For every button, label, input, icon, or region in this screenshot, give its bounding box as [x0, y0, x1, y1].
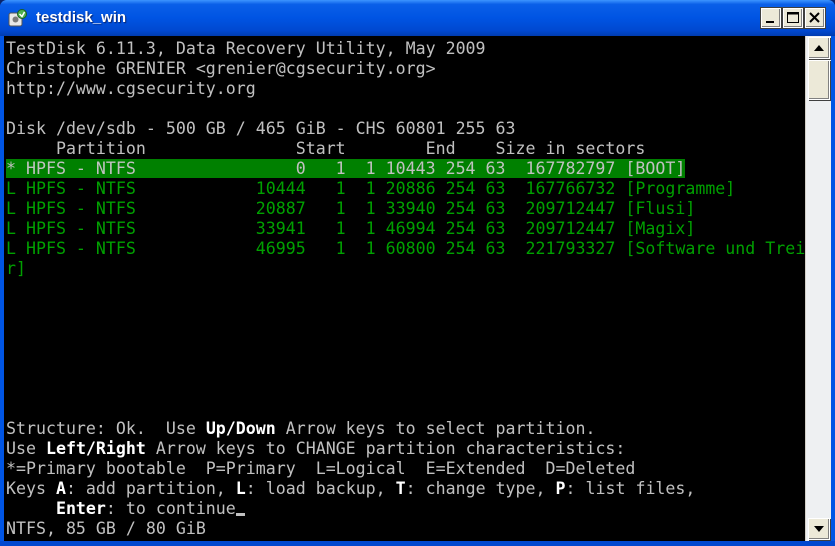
help-key-enter: Enter [55, 499, 106, 518]
maximize-icon [787, 12, 799, 23]
partition-table-header: Partition Start End Size in sectors [6, 139, 646, 158]
partition-row-label: * HPFS - NTFS 0 1 1 10443 254 63 1677827… [6, 159, 686, 178]
help-key-updown: Up/Down [205, 419, 276, 438]
help-key-a: A [55, 479, 66, 498]
help-key-l: L [235, 479, 246, 498]
close-icon [809, 12, 820, 23]
minimize-button[interactable] [761, 8, 781, 28]
help-line-change: Use Left/Right Arrow keys to CHANGE part… [6, 439, 625, 459]
window-bottom-border [0, 541, 835, 546]
terminal-output[interactable]: TestDisk 6.11.3, Data Recovery Utility, … [4, 36, 805, 541]
vertical-scrollbar[interactable] [805, 36, 831, 541]
help-text: Arrow keys to select partition. [275, 419, 596, 438]
testdisk-app-icon[interactable] [8, 8, 28, 28]
disk-info: Disk /dev/sdb - 500 GB / 465 GiB - CHS 6… [6, 119, 516, 138]
scroll-down-button[interactable] [808, 518, 830, 540]
partition-row[interactable]: L HPFS - NTFS 10444 1 1 20886 254 63 167… [6, 179, 735, 199]
header-url-line: http://www.cgsecurity.org [6, 79, 256, 98]
text-cursor [235, 513, 245, 516]
window-title: testdisk_win [36, 9, 127, 26]
testdisk-window: testdisk_win TestDisk 6.11.3, Data Recov… [0, 0, 835, 546]
help-key-p: P [555, 479, 566, 498]
help-text: : to continue [105, 499, 236, 518]
help-line-legend: *=Primary bootable P=Primary L=Logical E… [6, 459, 636, 478]
help-text: Keys [6, 479, 56, 498]
header-author-line: Christophe GRENIER <grenier@cgsecurity.o… [6, 59, 436, 78]
arrow-down-icon [814, 526, 824, 532]
status-line: NTFS, 85 GB / 80 GiB [6, 519, 206, 538]
partition-row-wrap[interactable]: r] [6, 259, 26, 279]
help-text: : load backup, [245, 479, 396, 498]
help-indent [6, 499, 56, 518]
help-text: : change type, [405, 479, 556, 498]
help-key-t: T [395, 479, 406, 498]
maximize-button[interactable] [783, 8, 803, 28]
scrollbar-thumb[interactable] [808, 60, 830, 100]
scroll-up-button[interactable] [808, 37, 830, 59]
help-text: : list files, [565, 479, 696, 498]
partition-row-selected[interactable]: * HPFS - NTFS 0 1 1 10443 254 63 1677827… [6, 159, 686, 179]
partition-row[interactable]: L HPFS - NTFS 33941 1 1 46994 254 63 209… [6, 219, 695, 239]
help-line-enter: Enter: to continue [6, 499, 245, 519]
help-text: Use [6, 439, 46, 458]
close-button[interactable] [805, 8, 825, 28]
arrow-up-icon [814, 45, 824, 51]
help-line-structure: Structure: Ok. Use Up/Down Arrow keys to… [6, 419, 595, 439]
help-key-leftright: Left/Right [45, 439, 146, 458]
title-bar[interactable]: testdisk_win [0, 0, 835, 36]
console-frame: TestDisk 6.11.3, Data Recovery Utility, … [4, 36, 831, 541]
help-text: Structure: Ok. Use [6, 419, 206, 438]
partition-row[interactable]: L HPFS - NTFS 20887 1 1 33940 254 63 209… [6, 199, 695, 219]
minimize-icon [766, 21, 774, 23]
help-line-keys: Keys A: add partition, L: load backup, T… [6, 479, 695, 499]
header-title-line: TestDisk 6.11.3, Data Recovery Utility, … [6, 39, 486, 58]
partition-row[interactable]: L HPFS - NTFS 46995 1 1 60800 254 63 221… [6, 239, 805, 259]
help-text: : add partition, [65, 479, 236, 498]
help-text: Arrow keys to CHANGE partition character… [145, 439, 626, 458]
